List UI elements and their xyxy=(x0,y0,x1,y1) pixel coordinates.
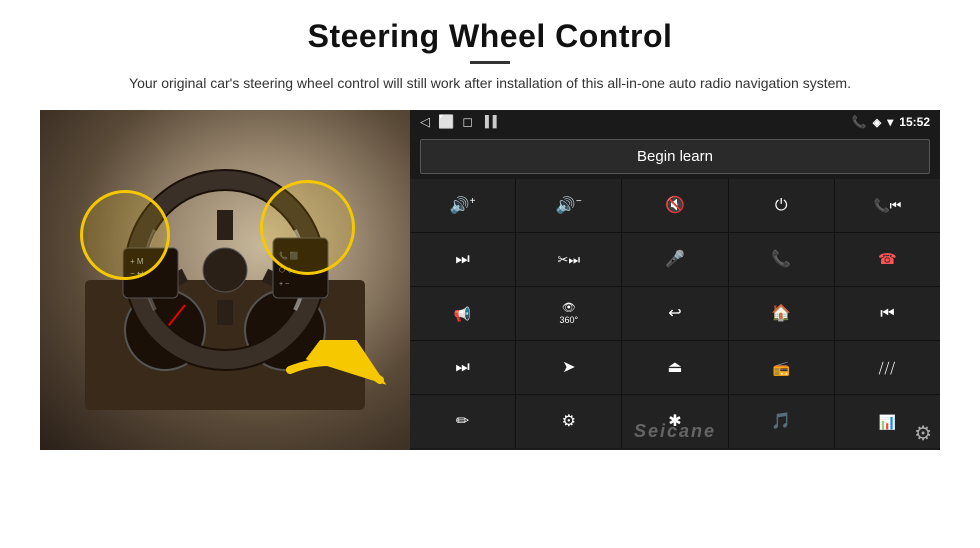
title-section: Steering Wheel Control Your original car… xyxy=(40,18,940,94)
mic-icon: 🎤 xyxy=(665,252,685,268)
status-left: ◁ ⬜ ◻ ▐▐ xyxy=(420,114,497,130)
call-button[interactable]: 📞 xyxy=(729,233,834,286)
yellow-arrow-svg xyxy=(280,340,390,420)
eject-button[interactable]: ⏏ xyxy=(622,341,727,394)
fast-forward-icon: ⏭ xyxy=(455,360,469,376)
equalizer-icon: 📊 xyxy=(879,415,896,429)
speaker-button[interactable]: 📢 xyxy=(410,287,515,340)
vol-down-button[interactable]: 🔊− xyxy=(516,179,621,232)
edit-icon: ✏ xyxy=(456,414,469,430)
page-container: Steering Wheel Control Your original car… xyxy=(0,0,980,548)
radio-icon: 📻 xyxy=(772,361,789,375)
hang-up-button[interactable]: ☎ xyxy=(835,233,940,286)
vol-up-button[interactable]: 🔊+ xyxy=(410,179,515,232)
360-cam-icon: 👁360° xyxy=(559,302,578,326)
next-track-icon: ⏭ xyxy=(455,252,469,268)
ff-icon: ✂⏭ xyxy=(557,253,580,266)
mute-button[interactable]: 🔇 xyxy=(622,179,727,232)
sliders-icon: ⧸⧸⧸ xyxy=(879,361,896,375)
speaker-icon: 📢 xyxy=(454,307,471,321)
eject-icon: ⏏ xyxy=(667,360,682,376)
back-nav-icon[interactable]: ◁ xyxy=(420,114,430,130)
music-button[interactable]: 🎵 xyxy=(729,395,834,448)
mic-button[interactable]: 🎤 xyxy=(622,233,727,286)
home-icon: 🏠 xyxy=(771,306,791,322)
next-track-button[interactable]: ⏭ xyxy=(410,233,515,286)
ff-button[interactable]: ✂⏭ xyxy=(516,233,621,286)
prev-track-icon: ⏮ xyxy=(880,306,894,322)
power-icon: ⏻ xyxy=(775,198,788,214)
subtitle-text: Your original car's steering wheel contr… xyxy=(100,72,880,94)
signal-icon: ▐▐ xyxy=(481,116,497,128)
content-row: + M − ↩ 📞 ⬛ ⬡ ◇ + − xyxy=(40,110,940,450)
car-image-panel: + M − ↩ 📞 ⬛ ⬡ ◇ + − xyxy=(40,110,410,450)
mute-icon: 🔇 xyxy=(665,198,685,214)
fast-forward-button[interactable]: ⏭ xyxy=(410,341,515,394)
nav-button[interactable]: ➤ xyxy=(516,341,621,394)
360-cam-button[interactable]: 👁360° xyxy=(516,287,621,340)
phone-status-icon: 📞 xyxy=(852,115,867,129)
gear-settings-button[interactable]: ⚙ xyxy=(914,421,932,446)
edit-button[interactable]: ✏ xyxy=(410,395,515,448)
sliders-button[interactable]: ⧸⧸⧸ xyxy=(835,341,940,394)
nav-icon: ➤ xyxy=(562,360,575,376)
vol-up-icon: 🔊+ xyxy=(450,197,476,214)
car-background: + M − ↩ 📞 ⬛ ⬡ ◇ + − xyxy=(40,110,410,450)
radio-button[interactable]: 📻 xyxy=(729,341,834,394)
bluetooth-icon: ✱ xyxy=(668,414,681,430)
vol-down-icon: 🔊− xyxy=(556,197,582,214)
status-right: 📞 ◈ ▾ 15:52 xyxy=(852,115,930,129)
home-nav-icon[interactable]: ⬜ xyxy=(438,114,454,130)
music-icon: 🎵 xyxy=(771,414,791,430)
call-prev-button[interactable]: 📞⏮ xyxy=(835,179,940,232)
settings2-icon: ⚙ xyxy=(562,414,576,430)
page-title: Steering Wheel Control xyxy=(40,18,940,55)
location-status-icon: ◈ xyxy=(873,116,881,129)
clock-display: 15:52 xyxy=(899,115,930,129)
settings2-button[interactable]: ⚙ xyxy=(516,395,621,448)
yellow-circle-right xyxy=(260,180,355,275)
home-button[interactable]: 🏠 xyxy=(729,287,834,340)
back-button[interactable]: ↩ xyxy=(622,287,727,340)
title-divider xyxy=(470,61,510,64)
call-prev-icon: 📞⏮ xyxy=(873,199,901,212)
wifi-status-icon: ▾ xyxy=(887,115,893,129)
power-button[interactable]: ⏻ xyxy=(729,179,834,232)
back-icon: ↩ xyxy=(668,306,681,322)
call-icon: 📞 xyxy=(771,252,791,268)
recent-nav-icon[interactable]: ◻ xyxy=(462,114,473,130)
begin-learn-button[interactable]: Begin learn xyxy=(420,139,930,174)
bluetooth-button[interactable]: ✱ xyxy=(622,395,727,448)
status-bar: ◁ ⬜ ◻ ▐▐ 📞 ◈ ▾ 15:52 xyxy=(410,110,940,134)
prev-track-button[interactable]: ⏮ xyxy=(835,287,940,340)
yellow-circle-left xyxy=(80,190,170,280)
android-panel: ◁ ⬜ ◻ ▐▐ 📞 ◈ ▾ 15:52 Begin learn 🔊+ xyxy=(410,110,940,450)
hang-up-icon: ☎ xyxy=(878,252,897,267)
svg-text:+ −: + − xyxy=(279,281,289,288)
controls-grid: 🔊+ 🔊− 🔇 ⏻ 📞⏮ ⏭ ✂⏭ xyxy=(410,179,940,448)
